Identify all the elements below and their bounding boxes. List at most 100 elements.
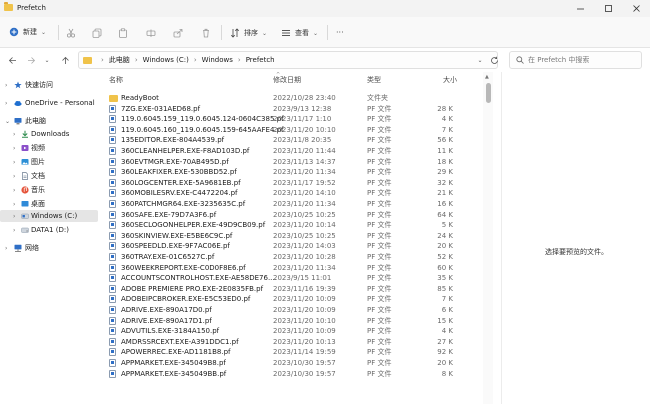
file-row[interactable]: 360EVTMGR.EXE-70AB495D.pf 2023/11/13 14:3… bbox=[103, 157, 483, 167]
file-name: ReadyBoot bbox=[121, 94, 159, 102]
sidebar-item-videos[interactable]: › 视频 bbox=[0, 142, 98, 154]
sidebar-item-desktop[interactable]: › 桌面 bbox=[0, 198, 98, 210]
sidebar-item-label: DATA1 (D:) bbox=[31, 226, 69, 234]
file-row[interactable]: ADRIVE.EXE-890A17D1.pf 2023/11/20 10:10 PF… bbox=[103, 316, 483, 326]
file-row[interactable]: 360PATCHMGR64.EXE-3235635C.pf 2023/11/20 … bbox=[103, 199, 483, 209]
back-button[interactable] bbox=[5, 53, 19, 67]
sidebar-item-network[interactable]: › 网络 bbox=[0, 242, 98, 254]
paste-button[interactable] bbox=[118, 26, 128, 40]
up-button[interactable] bbox=[58, 53, 72, 67]
sidebar-item-this-pc[interactable]: ⌄ 此电脑 bbox=[0, 115, 98, 127]
address-history-button[interactable]: ⌄ bbox=[473, 53, 487, 67]
chevron-right-icon: › bbox=[13, 212, 16, 220]
window-title: Prefetch bbox=[17, 4, 46, 12]
recent-locations-button[interactable]: ⌄ bbox=[40, 53, 54, 67]
sidebar-item-windows-c[interactable]: › Windows (C:) bbox=[0, 210, 98, 222]
new-button[interactable]: 新建 ⌄ bbox=[9, 25, 46, 39]
minimize-button[interactable] bbox=[566, 0, 594, 17]
sidebar-item-documents[interactable]: › 文档 bbox=[0, 170, 98, 182]
file-row[interactable]: 360LEAKFIXER.EXE-530BBD52.pf 2023/11/20 1… bbox=[103, 167, 483, 177]
file-row[interactable]: 360CLEANHELPER.EXE-F8AD103D.pf 2023/11/20… bbox=[103, 146, 483, 156]
chevron-right-icon: › bbox=[13, 226, 16, 234]
share-icon bbox=[173, 29, 183, 38]
toolbar-divider bbox=[58, 25, 59, 40]
file-date: 2023/11/20 10:09 bbox=[273, 306, 336, 314]
view-icon bbox=[282, 30, 290, 36]
file-icon bbox=[109, 348, 116, 357]
chevron-right-icon: › bbox=[5, 99, 8, 107]
file-row[interactable]: 360LOGCENTER.EXE-5A9681EB.pf 2023/11/17 1… bbox=[103, 178, 483, 188]
file-row[interactable]: AMDRSSRCEXT.EXE-A391DDC1.pf 2023/11/20 10… bbox=[103, 337, 483, 347]
drive-icon bbox=[21, 213, 29, 219]
file-row[interactable]: ACCOUNTSCONTROLHOST.EXE-AE58DE76.... 2023… bbox=[103, 273, 483, 283]
file-row[interactable]: ADVUTILS.EXE-3184A150.pf 2023/11/20 10:09… bbox=[103, 326, 483, 336]
file-row[interactable]: ADOBE PREMIERE PRO.EXE-2E0835FB.pf 2023/1… bbox=[103, 284, 483, 294]
column-header-type[interactable]: 类型 bbox=[367, 75, 381, 85]
file-name: 360SECLOGONHELPER.EXE-49D9CB09.pf bbox=[121, 221, 266, 230]
vertical-scrollbar[interactable]: ▲ bbox=[483, 72, 493, 404]
folder-row[interactable]: ReadyBoot 2022/10/28 23:40 文件夹 bbox=[103, 93, 483, 103]
file-name: ADOBE PREMIERE PRO.EXE-2E0835FB.pf bbox=[121, 284, 264, 293]
file-icon bbox=[109, 147, 116, 155]
file-row[interactable]: 135EDITOR.EXE-804A4539.pf 2023/11/8 20:35… bbox=[103, 135, 483, 145]
file-row[interactable]: 119.0.6045.160_119.0.6045.159-645AAFE4.p… bbox=[103, 125, 483, 135]
share-button[interactable] bbox=[173, 26, 183, 40]
scroll-up-icon[interactable]: ▲ bbox=[485, 74, 489, 80]
search-input[interactable] bbox=[528, 56, 638, 64]
copy-button[interactable] bbox=[92, 26, 102, 40]
view-button[interactable]: 查看 ⌄ bbox=[281, 26, 318, 40]
file-row[interactable]: ADRIVE.EXE-890A17D0.pf 2023/11/20 10:09 PF… bbox=[103, 305, 483, 315]
scrollbar-thumb[interactable] bbox=[486, 83, 491, 103]
sort-button[interactable]: 排序 ⌄ bbox=[230, 26, 267, 40]
search-box[interactable] bbox=[509, 51, 642, 69]
maximize-button[interactable] bbox=[594, 0, 622, 17]
file-name: 360CLEANHELPER.EXE-F8AD103D.pf bbox=[121, 147, 250, 155]
file-row[interactable]: 7ZG.EXE-031AED68.pf 2023/9/13 12:38 PF 文件 2… bbox=[103, 104, 483, 114]
breadcrumb-windows[interactable]: Windows bbox=[202, 56, 233, 64]
sidebar-item-onedrive[interactable]: › OneDrive - Personal bbox=[0, 97, 98, 109]
file-row[interactable]: 360WEEKREPORT.EXE-C0D0F8E6.pf 2023/11/20 … bbox=[103, 263, 483, 273]
trash-icon bbox=[203, 28, 209, 38]
sidebar-item-data1-d[interactable]: › DATA1 (D:) bbox=[0, 224, 98, 236]
breadcrumb-windows-c[interactable]: Windows (C:) bbox=[143, 56, 189, 64]
rename-button[interactable] bbox=[146, 26, 156, 40]
address-bar[interactable]: › 此电脑 › Windows (C:) › Windows › Prefetc… bbox=[78, 51, 498, 69]
file-row[interactable]: 360SAFE.EXE-79D7A3F6.pf 2023/10/25 10:25 P… bbox=[103, 210, 483, 220]
close-button[interactable] bbox=[622, 0, 650, 17]
column-header-size[interactable]: 大小 bbox=[443, 75, 457, 85]
file-icon bbox=[109, 274, 116, 283]
chevron-right-icon: › bbox=[13, 144, 16, 152]
file-name: APOWERREC.EXE-AD1181B8.pf bbox=[121, 348, 231, 357]
column-header-name[interactable]: 名称 bbox=[109, 75, 123, 85]
file-row[interactable]: ADOBEIPCBROKER.EXE-E5C53ED0.pf 2023/11/20… bbox=[103, 294, 483, 304]
file-type: PF 文件 bbox=[367, 369, 392, 378]
sidebar-item-music[interactable]: › 音乐 bbox=[0, 184, 98, 196]
file-row[interactable]: 360TRAY.EXE-01C6527C.pf 2023/11/20 10:28 P… bbox=[103, 252, 483, 262]
delete-button[interactable] bbox=[201, 26, 211, 40]
more-options-button[interactable]: ··· bbox=[336, 25, 344, 39]
sidebar-item-label: Windows (C:) bbox=[31, 212, 78, 220]
file-row[interactable]: 360MOBILESRV.EXE-C4472204.pf 2023/11/20 1… bbox=[103, 188, 483, 198]
breadcrumb-prefetch[interactable]: Prefetch bbox=[246, 56, 275, 64]
sidebar-item-quick-access[interactable]: › 快速访问 bbox=[0, 79, 98, 91]
file-name: 360PATCHMGR64.EXE-3235635C.pf bbox=[121, 200, 246, 208]
chevron-right-icon: › bbox=[13, 130, 16, 138]
breadcrumb-this-pc[interactable]: 此电脑 bbox=[109, 55, 130, 65]
sidebar-item-label: 此电脑 bbox=[25, 117, 46, 125]
file-row[interactable]: 360SPEEDLD.EXE-9F7AC06E.pf 2023/11/20 14:… bbox=[103, 241, 483, 251]
sidebar-item-pictures[interactable]: › 图片 bbox=[0, 156, 98, 168]
sidebar-item-downloads[interactable]: › Downloads bbox=[0, 128, 98, 140]
file-row[interactable]: 119.0.6045.159_119.0.6045.124-0604C385.p… bbox=[103, 114, 483, 124]
column-header-date[interactable]: 修改日期 bbox=[273, 75, 301, 85]
forward-button[interactable] bbox=[24, 53, 38, 67]
file-row[interactable]: 360SECLOGONHELPER.EXE-49D9CB09.pf 2023/11… bbox=[103, 220, 483, 230]
file-row[interactable]: APPMARKET.EXE-345049B8.pf 2023/10/30 19:5… bbox=[103, 358, 483, 368]
file-icon bbox=[109, 316, 116, 325]
file-row[interactable]: 360SKINVIEW.EXE-E5BE6C9C.pf 2023/10/25 10… bbox=[103, 231, 483, 241]
cut-button[interactable] bbox=[66, 26, 76, 40]
refresh-button[interactable] bbox=[487, 53, 501, 67]
file-row[interactable]: APOWERREC.EXE-AD1181B8.pf 2023/11/14 19:5… bbox=[103, 347, 483, 357]
star-icon bbox=[14, 81, 22, 89]
file-row[interactable]: APPMARKET.EXE-345049BB.pf 2023/10/30 19:5… bbox=[103, 369, 483, 379]
folder-icon bbox=[109, 95, 118, 102]
